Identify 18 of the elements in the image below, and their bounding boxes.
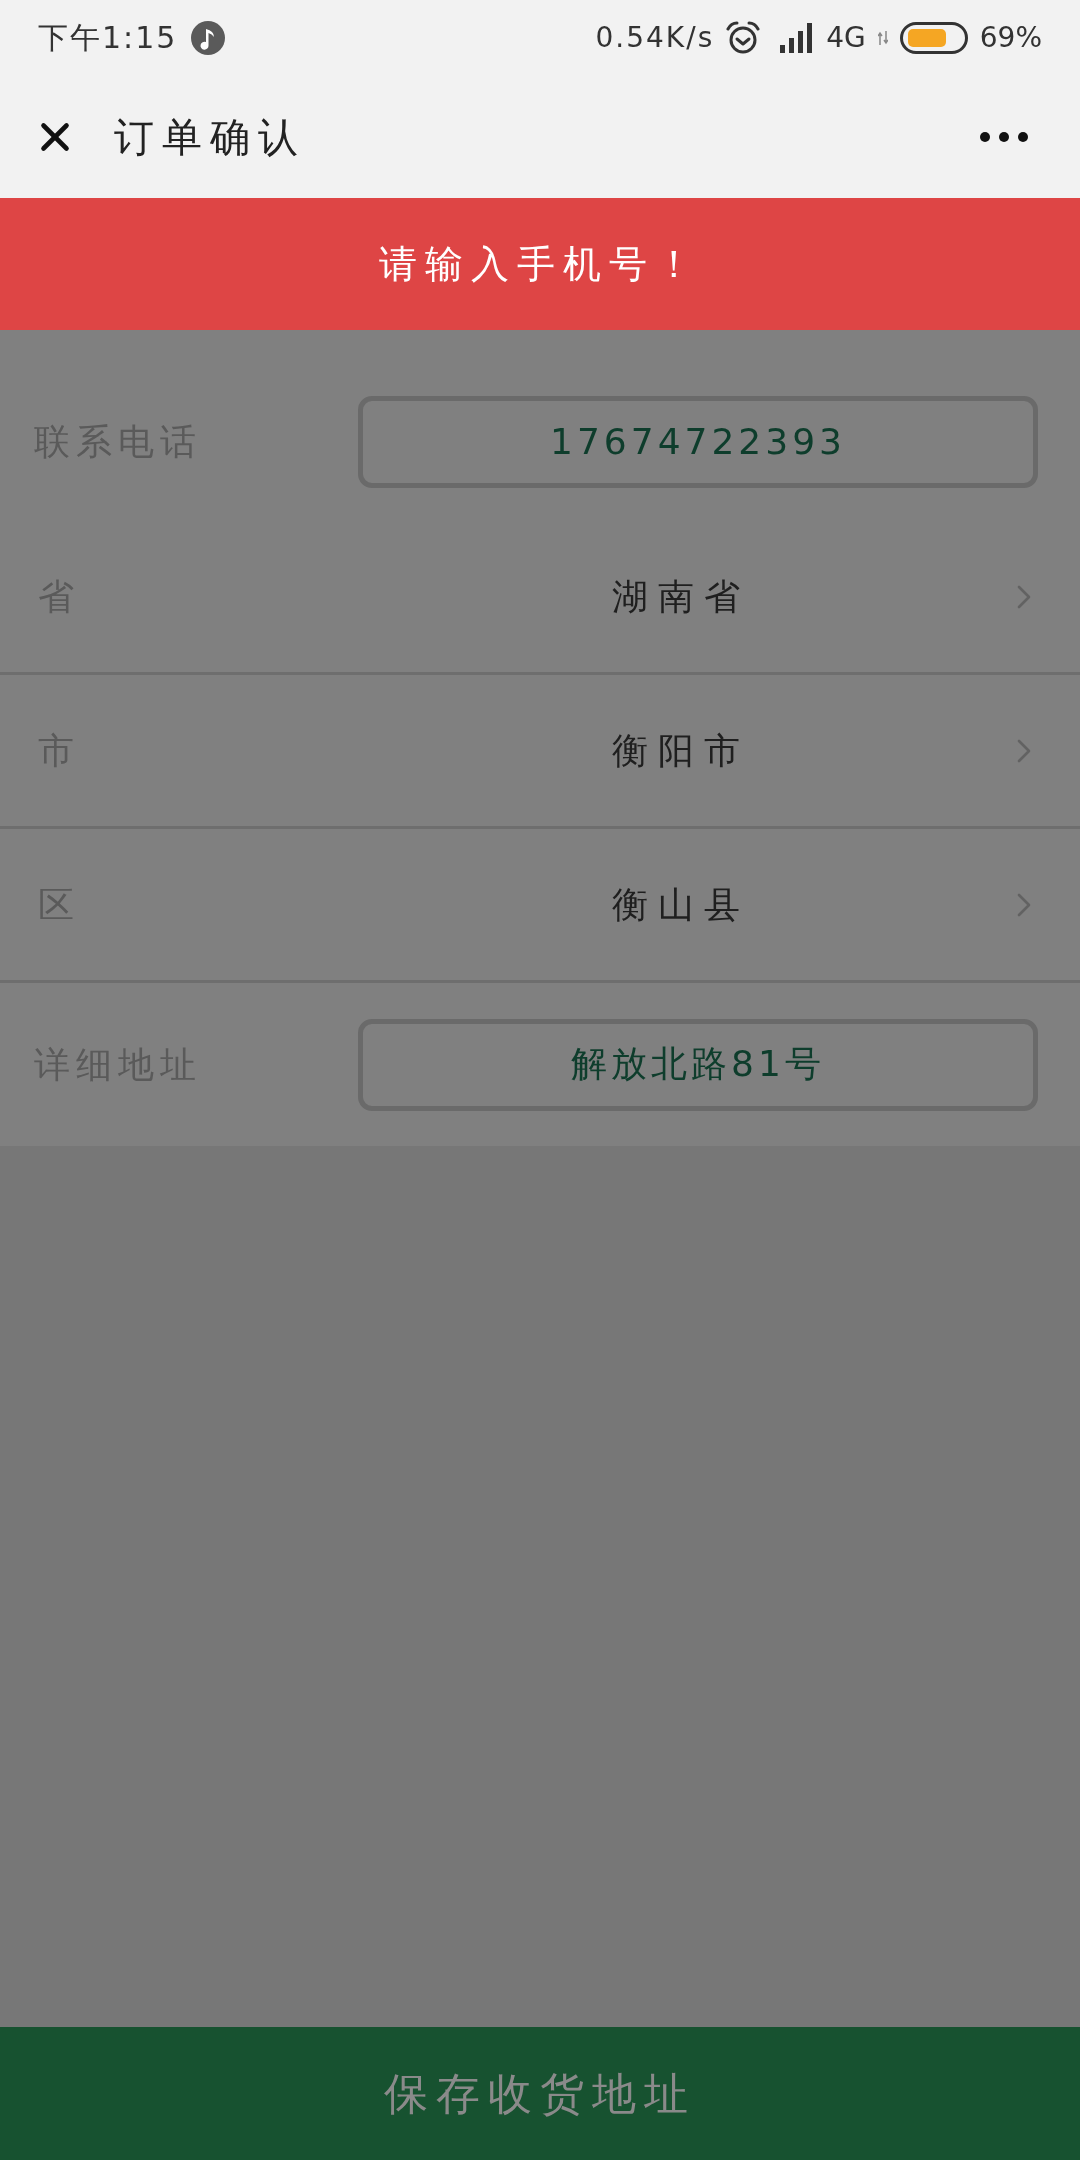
- battery-percent: 69%: [979, 19, 1042, 56]
- battery-icon: [899, 21, 968, 54]
- input-field[interactable]: 解放北路81号: [358, 1018, 1038, 1111]
- save-address-button[interactable]: 保存收货地址: [0, 2027, 1080, 2160]
- status-time: 下午1:15: [38, 19, 178, 57]
- picker-value[interactable]: 湖南省: [612, 569, 750, 624]
- input-field[interactable]: 17674722393: [358, 395, 1038, 488]
- more-icon[interactable]: [980, 131, 1028, 142]
- music-note-icon: [191, 20, 226, 55]
- signal-icon: [780, 22, 815, 53]
- data-arrows-icon: [877, 30, 888, 45]
- alarm-clock-icon: [726, 20, 761, 55]
- picker-value[interactable]: 衡山县: [612, 877, 750, 932]
- picker-value[interactable]: 衡阳市: [612, 723, 750, 778]
- network-speed: 0.54K/s: [595, 19, 715, 56]
- network-type: 4G: [826, 19, 866, 56]
- toast-message: 请输入手机号！: [379, 240, 701, 288]
- page-title: 订单确认: [114, 112, 306, 162]
